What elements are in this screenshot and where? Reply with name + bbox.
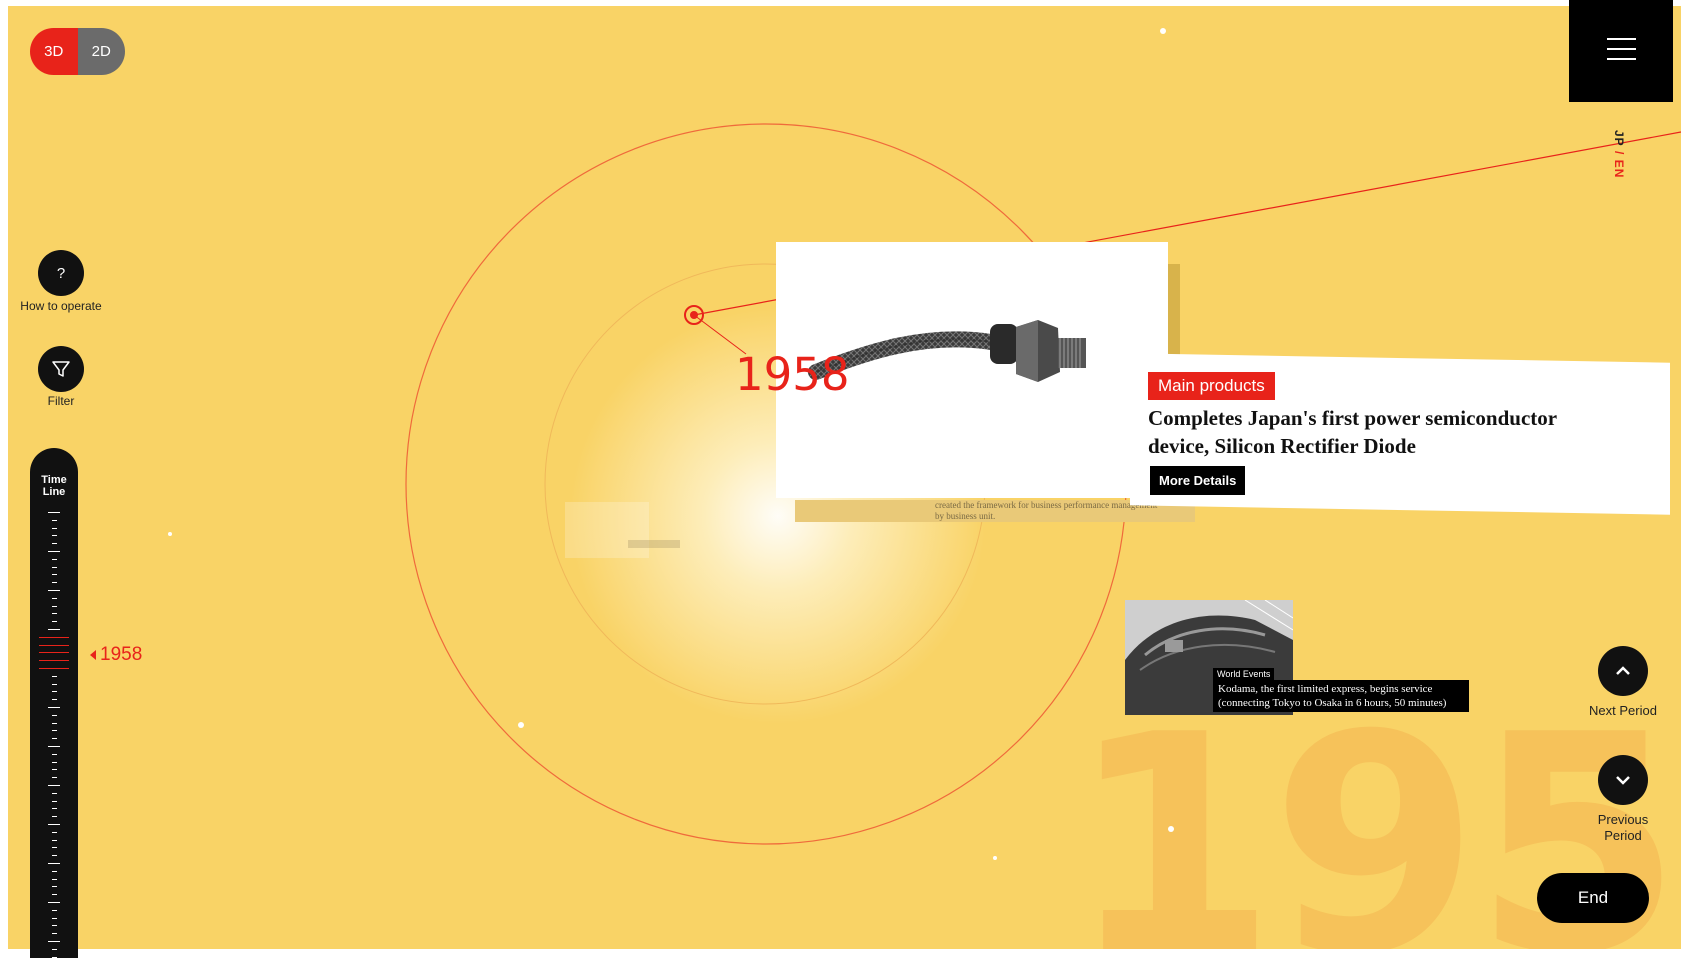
event-title: Completes Japan's first power semiconduc… (1148, 406, 1557, 458)
view-2d-button[interactable]: 2D (77, 28, 125, 75)
star-dot (1160, 28, 1166, 34)
timeline-tick (51, 769, 57, 771)
timeline-tick (51, 699, 57, 701)
end-button[interactable]: End (1537, 873, 1649, 923)
timeline-tick (48, 707, 60, 708)
timeline-tick (48, 941, 60, 942)
timeline-tick (48, 902, 60, 903)
timeline-tick (51, 582, 57, 584)
timeline-tick (51, 847, 57, 849)
background-event-tag (628, 540, 680, 548)
timeline-tick (51, 675, 57, 677)
filter-button[interactable] (38, 346, 84, 392)
timeline-tick (39, 652, 69, 654)
timeline-tick (48, 590, 60, 591)
timeline-tick (51, 621, 57, 623)
next-period-button[interactable] (1598, 646, 1648, 696)
timeline-tick (51, 527, 57, 529)
timeline-tick (39, 636, 69, 638)
timeline-tick (51, 808, 57, 810)
timeline-tick (51, 800, 57, 802)
timeline-tick (51, 792, 57, 794)
timeline-tick (51, 870, 57, 872)
timeline-tick (51, 683, 57, 685)
timeline-scrubber[interactable]: Time Line (30, 448, 78, 958)
timeline-tick (51, 886, 57, 888)
timeline-tick (51, 613, 57, 615)
timeline-tick (51, 956, 57, 958)
timeline-tick (48, 629, 60, 630)
timeline-tick (51, 738, 57, 740)
timeline-tick (51, 761, 57, 763)
more-details-button[interactable]: More Details (1150, 466, 1246, 495)
timeline-tick (51, 722, 57, 724)
timeline-current-marker[interactable]: 1958 (90, 644, 142, 666)
timeline-tick (51, 878, 57, 880)
timeline-tick (51, 519, 57, 521)
category-tag: Main products (1148, 372, 1275, 400)
timeline-tick (51, 894, 57, 896)
timeline-tick (39, 660, 69, 662)
timeline-tick (48, 512, 60, 513)
timeline-tick (51, 777, 57, 779)
language-en[interactable]: EN (1612, 160, 1626, 179)
year-target-icon (684, 305, 704, 325)
timeline-tick (51, 714, 57, 716)
previous-period-label: Previous Period (1597, 812, 1649, 843)
timeline-tick (48, 746, 60, 747)
timeline-tick (48, 551, 60, 552)
event-year: 1958 (735, 348, 850, 401)
timeline-tick (51, 558, 57, 560)
star-dot (518, 722, 524, 728)
triangle-left-icon (90, 650, 96, 660)
timeline-tick (51, 855, 57, 857)
timeline-tick (51, 831, 57, 833)
timeline-tick (51, 753, 57, 755)
timeline-tick (48, 863, 60, 864)
timeline-tick (48, 824, 60, 825)
timeline-tick (51, 691, 57, 693)
timeline-tick (51, 917, 57, 919)
background-event-card[interactable] (565, 502, 649, 558)
timeline-tick (51, 909, 57, 911)
timeline-tick (39, 668, 69, 669)
timeline-tick (51, 816, 57, 818)
menu-button[interactable] (1569, 0, 1673, 102)
timeline-tick (51, 574, 57, 576)
timeline-tick (51, 933, 57, 935)
timeline-current-year: 1958 (100, 644, 143, 665)
world-event-tag: World Events (1213, 668, 1275, 680)
language-switch: JP / EN (1612, 130, 1626, 178)
question-icon: ? (56, 264, 66, 282)
timeline-tick (51, 839, 57, 841)
view-mode-toggle: 3D 2D (30, 28, 125, 75)
timeline-tick (51, 730, 57, 732)
star-dot (993, 856, 997, 860)
world-event-text: Kodama, the first limited express, begin… (1213, 680, 1469, 712)
star-dot (168, 532, 172, 536)
view-3d-button[interactable]: 3D (30, 28, 78, 75)
how-to-operate-label: How to operate (20, 299, 102, 313)
language-jp[interactable]: JP (1612, 130, 1626, 147)
how-to-operate-button[interactable]: ? (38, 250, 84, 296)
filter-icon (52, 361, 70, 377)
star-dot (1168, 826, 1174, 832)
timeline-tick (51, 543, 57, 545)
timeline-tick (51, 605, 57, 607)
timeline-tick (39, 644, 69, 646)
timeline-tick (51, 597, 57, 599)
timeline-tick (51, 925, 57, 927)
previous-period-button[interactable] (1598, 755, 1648, 805)
chevron-down-icon (1616, 776, 1630, 785)
timeline-tick (48, 785, 60, 786)
filter-label: Filter (47, 394, 75, 408)
timeline-tick (51, 535, 57, 537)
timeline-title: Time Line (41, 474, 67, 498)
timeline-tick (51, 566, 57, 568)
chevron-up-icon (1616, 666, 1630, 675)
language-separator: / (1612, 151, 1626, 156)
next-period-label: Next Period (1589, 703, 1657, 718)
